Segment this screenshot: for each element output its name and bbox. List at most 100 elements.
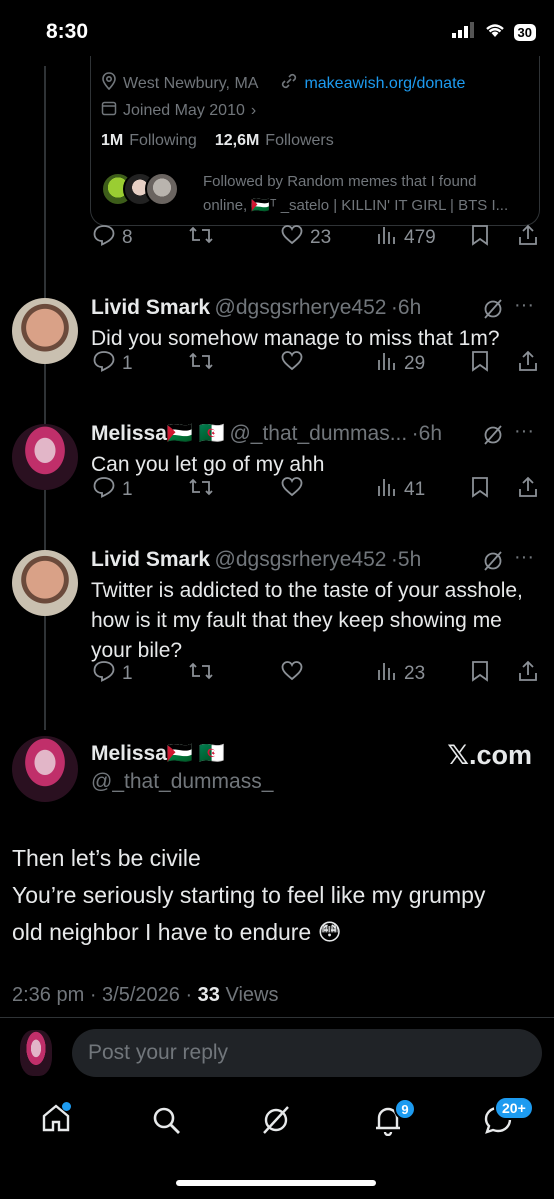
heart-icon bbox=[280, 475, 304, 505]
bookmark-icon bbox=[470, 350, 490, 378]
views-button[interactable]: 479 bbox=[376, 224, 436, 252]
views-button[interactable]: 29 bbox=[376, 350, 425, 378]
search-tab[interactable] bbox=[150, 1104, 182, 1141]
more-options-icon[interactable]: ··· bbox=[514, 546, 534, 569]
profile-website-link[interactable]: makeawish.org/donate bbox=[304, 75, 465, 93]
notifications-tab[interactable]: 9 bbox=[372, 1098, 416, 1141]
grok-icon[interactable] bbox=[482, 298, 504, 325]
more-options-icon[interactable]: ··· bbox=[514, 294, 534, 317]
home-tab[interactable] bbox=[40, 1102, 72, 1139]
messages-tab[interactable]: 20+ bbox=[482, 1096, 534, 1141]
search-icon bbox=[150, 1107, 182, 1140]
following-label[interactable]: Following bbox=[129, 132, 197, 150]
reply-input[interactable]: Post your reply bbox=[72, 1029, 542, 1077]
reply-icon bbox=[92, 349, 116, 379]
share-button[interactable] bbox=[518, 660, 538, 688]
followed-by-text-line1: Followed by Random memes that I found bbox=[203, 173, 477, 190]
link-icon bbox=[280, 72, 298, 95]
avatar[interactable] bbox=[12, 736, 78, 802]
reply-count: 1 bbox=[122, 479, 133, 500]
followed-by-text-line2: online, 🇵🇸ᵀ _satelo | KILLIN' IT GIRL | … bbox=[203, 197, 509, 214]
tweet-author-handle[interactable]: @dgsgsrherye452 bbox=[215, 296, 387, 319]
tweet-author-name[interactable]: Melissa🇵🇸 🇩🇿 bbox=[91, 422, 225, 445]
reply-button[interactable]: 8 bbox=[92, 223, 133, 253]
profile-location: West Newbury, MA bbox=[123, 74, 259, 92]
home-icon bbox=[40, 1104, 72, 1138]
tweet-author-name[interactable]: Livid Smark bbox=[91, 548, 210, 571]
following-count[interactable]: 1M bbox=[101, 132, 123, 150]
share-icon bbox=[518, 660, 538, 688]
heart-icon bbox=[280, 659, 304, 689]
main-tweet-text: Then let’s be civile You’re seriously st… bbox=[12, 840, 548, 951]
like-button[interactable] bbox=[280, 475, 304, 505]
bookmark-button[interactable] bbox=[470, 224, 490, 252]
repost-button[interactable] bbox=[188, 349, 214, 379]
reply-icon bbox=[92, 659, 116, 689]
share-icon bbox=[518, 224, 538, 252]
repost-button[interactable] bbox=[188, 223, 214, 253]
wifi-icon bbox=[484, 22, 506, 43]
reply-icon bbox=[92, 475, 116, 505]
thread-line bbox=[44, 66, 46, 730]
reply-count: 1 bbox=[122, 353, 133, 374]
view-count: 479 bbox=[404, 227, 436, 248]
grok-icon[interactable] bbox=[482, 424, 504, 451]
like-button[interactable]: 23 bbox=[280, 223, 331, 253]
tweet-header: Melissa🇵🇸 🇩🇿 @_that_dummas... ·6h bbox=[91, 422, 443, 445]
share-button[interactable] bbox=[518, 350, 538, 378]
repost-icon bbox=[188, 475, 214, 505]
location-icon bbox=[101, 72, 117, 95]
home-indicator bbox=[176, 1180, 376, 1186]
bookmark-icon bbox=[470, 224, 490, 252]
main-tweet-author-handle[interactable]: @_that_dummass_ bbox=[91, 770, 273, 794]
repost-icon bbox=[188, 349, 214, 379]
grok-tab[interactable] bbox=[260, 1104, 292, 1141]
bookmark-button[interactable] bbox=[470, 476, 490, 504]
reply-count: 8 bbox=[122, 227, 133, 248]
like-button[interactable] bbox=[280, 349, 304, 379]
repost-button[interactable] bbox=[188, 475, 214, 505]
avatar[interactable] bbox=[12, 298, 78, 364]
heart-icon bbox=[280, 223, 304, 253]
tweet-author-handle[interactable]: @dgsgsrherye452 bbox=[215, 548, 387, 571]
followers-label[interactable]: Followers bbox=[265, 132, 333, 150]
avatar[interactable] bbox=[12, 550, 78, 616]
tweet-author-name[interactable]: Livid Smark bbox=[91, 296, 210, 319]
bookmark-button[interactable] bbox=[470, 660, 490, 688]
signal-icon bbox=[451, 22, 476, 43]
profile-card[interactable]: West Newbury, MA makeawish.org/donate Jo… bbox=[90, 56, 540, 226]
bell-icon bbox=[372, 1107, 404, 1140]
calendar-icon bbox=[101, 100, 117, 121]
more-options-icon[interactable]: ··· bbox=[514, 420, 534, 443]
messages-badge: 20+ bbox=[494, 1096, 534, 1120]
main-tweet-timestamp[interactable]: 2:36 pm · 3/5/2026 · bbox=[12, 984, 192, 1006]
bookmark-button[interactable] bbox=[470, 350, 490, 378]
main-tweet-view-count: 33 bbox=[197, 984, 220, 1006]
x-watermark: 𝕏.com bbox=[447, 740, 532, 770]
avatar[interactable] bbox=[12, 424, 78, 490]
grok-icon[interactable] bbox=[482, 550, 504, 577]
like-button[interactable] bbox=[280, 659, 304, 689]
view-count: 29 bbox=[404, 353, 426, 374]
follower-avatar bbox=[145, 172, 179, 206]
views-icon bbox=[376, 224, 398, 252]
share-button[interactable] bbox=[518, 224, 538, 252]
followers-count[interactable]: 12,6M bbox=[215, 132, 259, 150]
chevron-right-icon: › bbox=[250, 101, 257, 119]
tweet-header: Livid Smark @dgsgsrherye452 ·5h bbox=[91, 548, 422, 571]
reply-button[interactable]: 1 bbox=[92, 349, 133, 379]
followed-by-avatars[interactable] bbox=[101, 172, 179, 206]
tweet-author-handle[interactable]: @_that_dummas... bbox=[229, 422, 407, 445]
main-tweet-author-name[interactable]: Melissa🇵🇸 🇩🇿 bbox=[91, 742, 225, 766]
reply-placeholder: Post your reply bbox=[88, 1041, 229, 1064]
views-button[interactable]: 23 bbox=[376, 660, 425, 688]
views-button[interactable]: 41 bbox=[376, 476, 425, 504]
repost-button[interactable] bbox=[188, 659, 214, 689]
reply-button[interactable]: 1 bbox=[92, 475, 133, 505]
main-tweet-line: Then let’s be civile bbox=[12, 845, 201, 871]
tweet-time: 6h bbox=[397, 296, 422, 319]
views-icon bbox=[376, 476, 398, 504]
share-button[interactable] bbox=[518, 476, 538, 504]
repost-icon bbox=[188, 223, 214, 253]
reply-button[interactable]: 1 bbox=[92, 659, 133, 689]
